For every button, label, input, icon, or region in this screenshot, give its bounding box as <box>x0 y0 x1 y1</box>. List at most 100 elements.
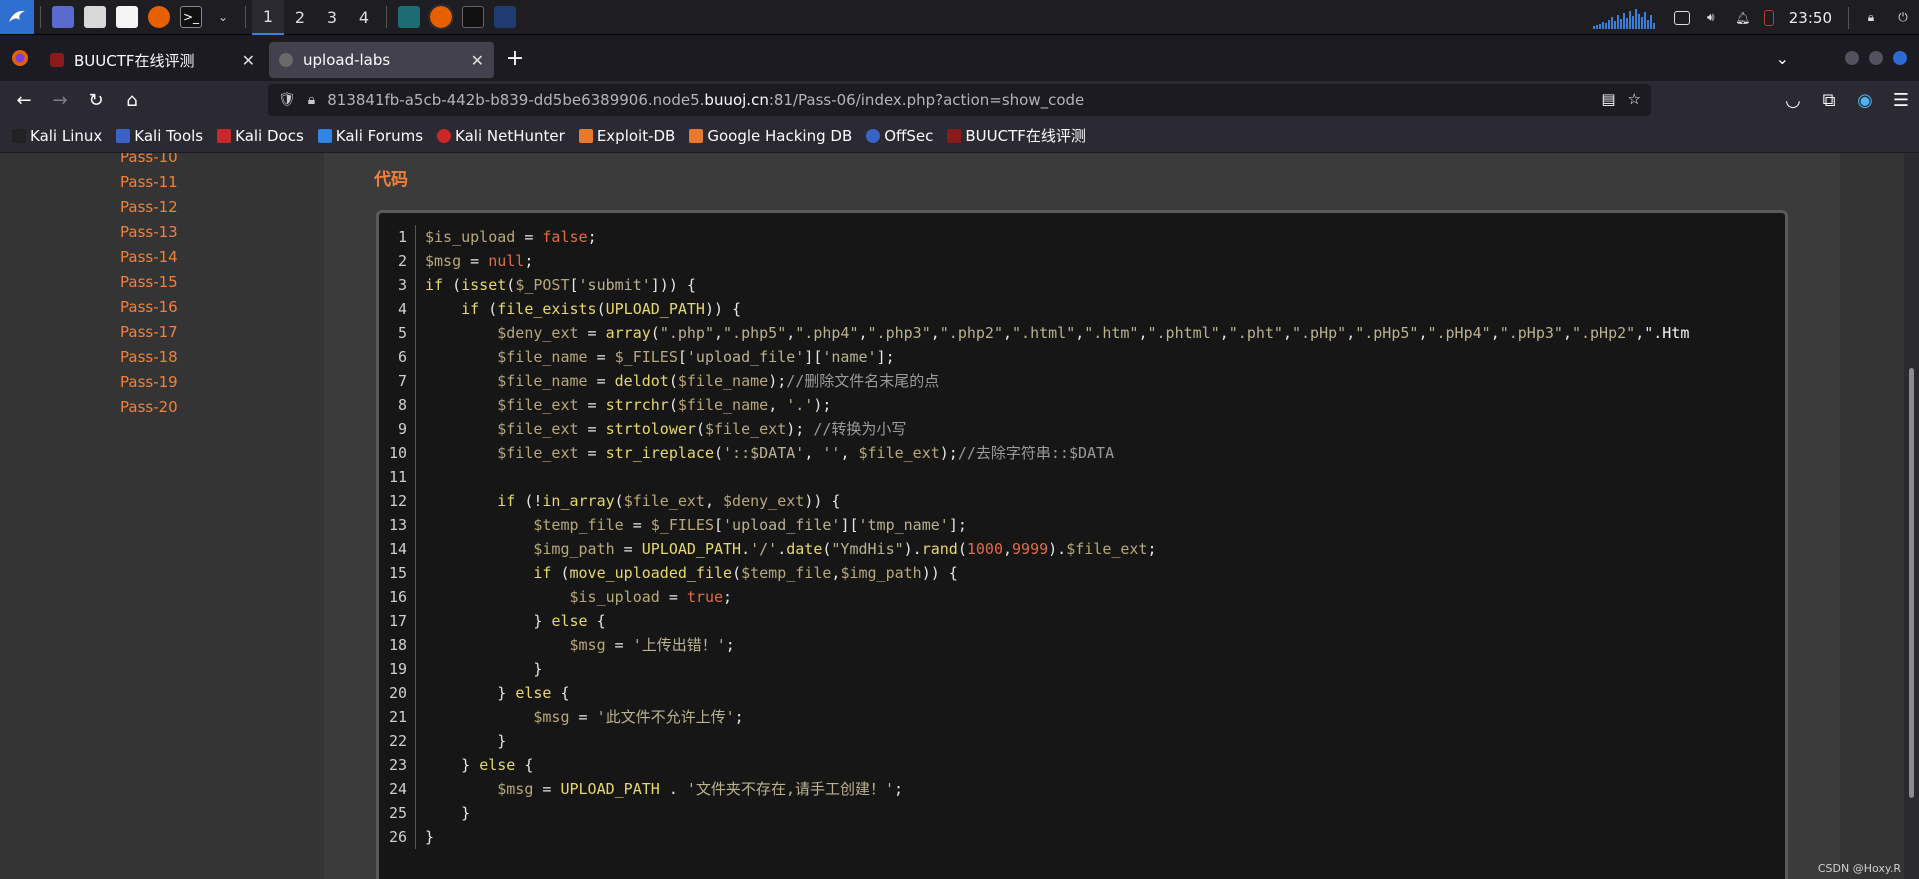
maximize-window-button[interactable] <box>1869 51 1883 65</box>
bookmark-kali-nethunter[interactable]: Kali NetHunter <box>437 127 565 145</box>
sidebar-item-pass-12[interactable]: Pass-12 <box>120 195 178 220</box>
bookmark-offsec[interactable]: OffSec <box>866 127 933 145</box>
extensions-icon[interactable]: ⧉ <box>1811 84 1847 116</box>
line-number: 26 <box>388 828 407 846</box>
pass-list: Pass-10 Pass-11 Pass-12 Pass-13 Pass-14 … <box>120 153 178 420</box>
code-line: 7 $file_name = deldot($file_name);//删除文件… <box>379 369 1689 393</box>
sidebar-item-pass-15[interactable]: Pass-15 <box>120 270 178 295</box>
code-line: 13 $temp_file = $_FILES['upload_file']['… <box>379 513 1689 537</box>
gutter-divider <box>415 393 416 417</box>
tracking-protection-icon[interactable]: 🛡︎ <box>278 92 296 108</box>
reader-view-icon[interactable]: ▤ <box>1601 90 1615 108</box>
close-window-button[interactable] <box>1893 51 1907 65</box>
forward-button[interactable]: → <box>42 84 78 116</box>
sidebar-item-pass-16[interactable]: Pass-16 <box>120 295 178 320</box>
sidebar-item-pass-17[interactable]: Pass-17 <box>120 320 178 345</box>
text-editor-icon[interactable] <box>116 6 138 28</box>
gutter-divider <box>415 489 416 513</box>
code-line: 16 $is_upload = true; <box>379 585 1689 609</box>
sidebar-item-pass-14[interactable]: Pass-14 <box>120 245 178 270</box>
power-icon[interactable]: ⏻ <box>1892 7 1914 29</box>
page-viewport: Pass-10 Pass-11 Pass-12 Pass-13 Pass-14 … <box>0 153 1919 879</box>
clock[interactable]: 23:50 <box>1789 9 1832 27</box>
sidebar-item-pass-11[interactable]: Pass-11 <box>120 170 178 195</box>
code-line: 2 $msg = null; <box>379 249 1689 273</box>
gutter-divider <box>415 561 416 585</box>
gutter-divider <box>415 585 416 609</box>
pocket-icon[interactable]: ◡ <box>1775 84 1811 116</box>
line-number: 1 <box>397 228 407 246</box>
close-tab-icon[interactable]: ✕ <box>242 51 255 70</box>
url-bar[interactable]: 🛡︎ 🔒︎ 813841fb-a5cb-442b-b839-dd5be63899… <box>268 84 1651 116</box>
firefox-window-icon[interactable] <box>428 4 454 30</box>
bookmark-label: Kali Linux <box>30 126 103 145</box>
code-line: 22 } <box>379 729 1689 753</box>
scrollbar-thumb[interactable] <box>1909 368 1914 798</box>
sidebar-item-pass-13[interactable]: Pass-13 <box>120 220 178 245</box>
workspace-4[interactable]: 4 <box>348 0 380 35</box>
workspace-1[interactable]: 1 <box>252 0 284 35</box>
bookmark-star-icon[interactable]: ☆ <box>1628 90 1641 108</box>
terminal-launcher-icon[interactable]: >_ <box>180 6 202 28</box>
firefox-launcher-icon[interactable] <box>148 6 170 28</box>
workspace-2[interactable]: 2 <box>284 0 316 35</box>
bookmark-kali-linux[interactable]: Kali Linux <box>12 127 102 145</box>
line-number: 24 <box>388 780 407 798</box>
bookmark-buuctf[interactable]: BUUCTF在线评测 <box>947 125 1086 146</box>
sidebar-item-pass-20[interactable]: Pass-20 <box>120 395 178 420</box>
desktop-icon[interactable] <box>52 6 74 28</box>
sidebar-item-pass-10[interactable]: Pass-10 <box>120 153 178 170</box>
hamburger-menu-icon[interactable]: ☰ <box>1883 84 1919 116</box>
bookmark-kali-tools[interactable]: Kali Tools <box>116 127 203 145</box>
bookmark-google-hacking-db[interactable]: Google Hacking DB <box>689 127 852 145</box>
tab-buuctf[interactable]: BUUCTF在线评测 ✕ <box>40 42 265 78</box>
code-text: $temp_file = $_FILES['upload_file']['tmp… <box>533 516 967 534</box>
page-scrollbar[interactable] <box>1904 153 1919 879</box>
back-button[interactable]: ← <box>6 84 42 116</box>
code-text: if (!in_array($file_ext, $deny_ext)) { <box>497 492 841 510</box>
minimize-window-button[interactable] <box>1845 51 1859 65</box>
code-text: } <box>425 828 435 846</box>
window-icon[interactable] <box>494 6 516 28</box>
notification-bell-icon[interactable]: 🔔︎ <box>1732 7 1754 29</box>
line-number: 2 <box>397 252 407 270</box>
file-manager-icon[interactable] <box>84 6 106 28</box>
new-tab-button[interactable]: + <box>498 46 532 71</box>
gutter-divider <box>415 609 416 633</box>
account-icon[interactable]: ◉ <box>1847 84 1883 116</box>
list-all-tabs-icon[interactable]: ⌄ <box>1776 49 1789 68</box>
firefox-view-icon[interactable] <box>0 35 40 81</box>
kali-tools-icon <box>116 128 131 143</box>
app-window-icon[interactable] <box>398 6 420 28</box>
code-text: } <box>425 804 471 822</box>
gutter-divider <box>415 249 416 273</box>
reload-button[interactable]: ↻ <box>78 84 114 116</box>
bookmark-kali-docs[interactable]: Kali Docs <box>217 127 304 145</box>
display-icon[interactable] <box>1673 10 1690 25</box>
lock-icon[interactable]: 🔒︎ <box>1860 7 1882 29</box>
close-tab-icon[interactable]: ✕ <box>471 51 484 70</box>
sidebar-item-pass-19[interactable]: Pass-19 <box>120 370 178 395</box>
kali-menu-icon[interactable] <box>0 0 34 34</box>
tab-upload-labs[interactable]: upload-labs ✕ <box>269 42 494 78</box>
code-line: 11 <box>379 465 1689 489</box>
gutter-divider <box>415 321 416 345</box>
sidebar-item-pass-18[interactable]: Pass-18 <box>120 345 178 370</box>
bookmark-exploit-db[interactable]: Exploit-DB <box>578 127 675 145</box>
volume-icon[interactable]: 🔊︎ <box>1700 7 1722 29</box>
line-number: 4 <box>397 300 407 318</box>
buuctf-icon <box>947 128 962 143</box>
line-number: 18 <box>388 636 407 654</box>
home-button[interactable]: ⌂ <box>114 84 150 116</box>
line-number: 10 <box>388 444 407 462</box>
code-lines: 1 $is_upload = false; 2 $msg = null; 3 if (is… <box>379 225 1689 849</box>
workspace-3[interactable]: 3 <box>316 0 348 35</box>
navigation-toolbar: ← → ↻ ⌂ 🛡︎ 🔒︎ 813841fb-a5cb-442b-b839-dd… <box>0 81 1919 119</box>
chevron-down-icon[interactable]: ⌄ <box>212 6 234 28</box>
gutter-divider <box>415 513 416 537</box>
code-text: } else { <box>425 756 534 774</box>
site-lock-icon[interactable]: 🔒︎ <box>308 92 315 108</box>
terminal-window-icon[interactable] <box>462 6 484 28</box>
bookmark-kali-forums[interactable]: Kali Forums <box>317 127 423 145</box>
code-text: $file_ext = str_ireplace('::$DATA', '', … <box>497 444 1115 462</box>
